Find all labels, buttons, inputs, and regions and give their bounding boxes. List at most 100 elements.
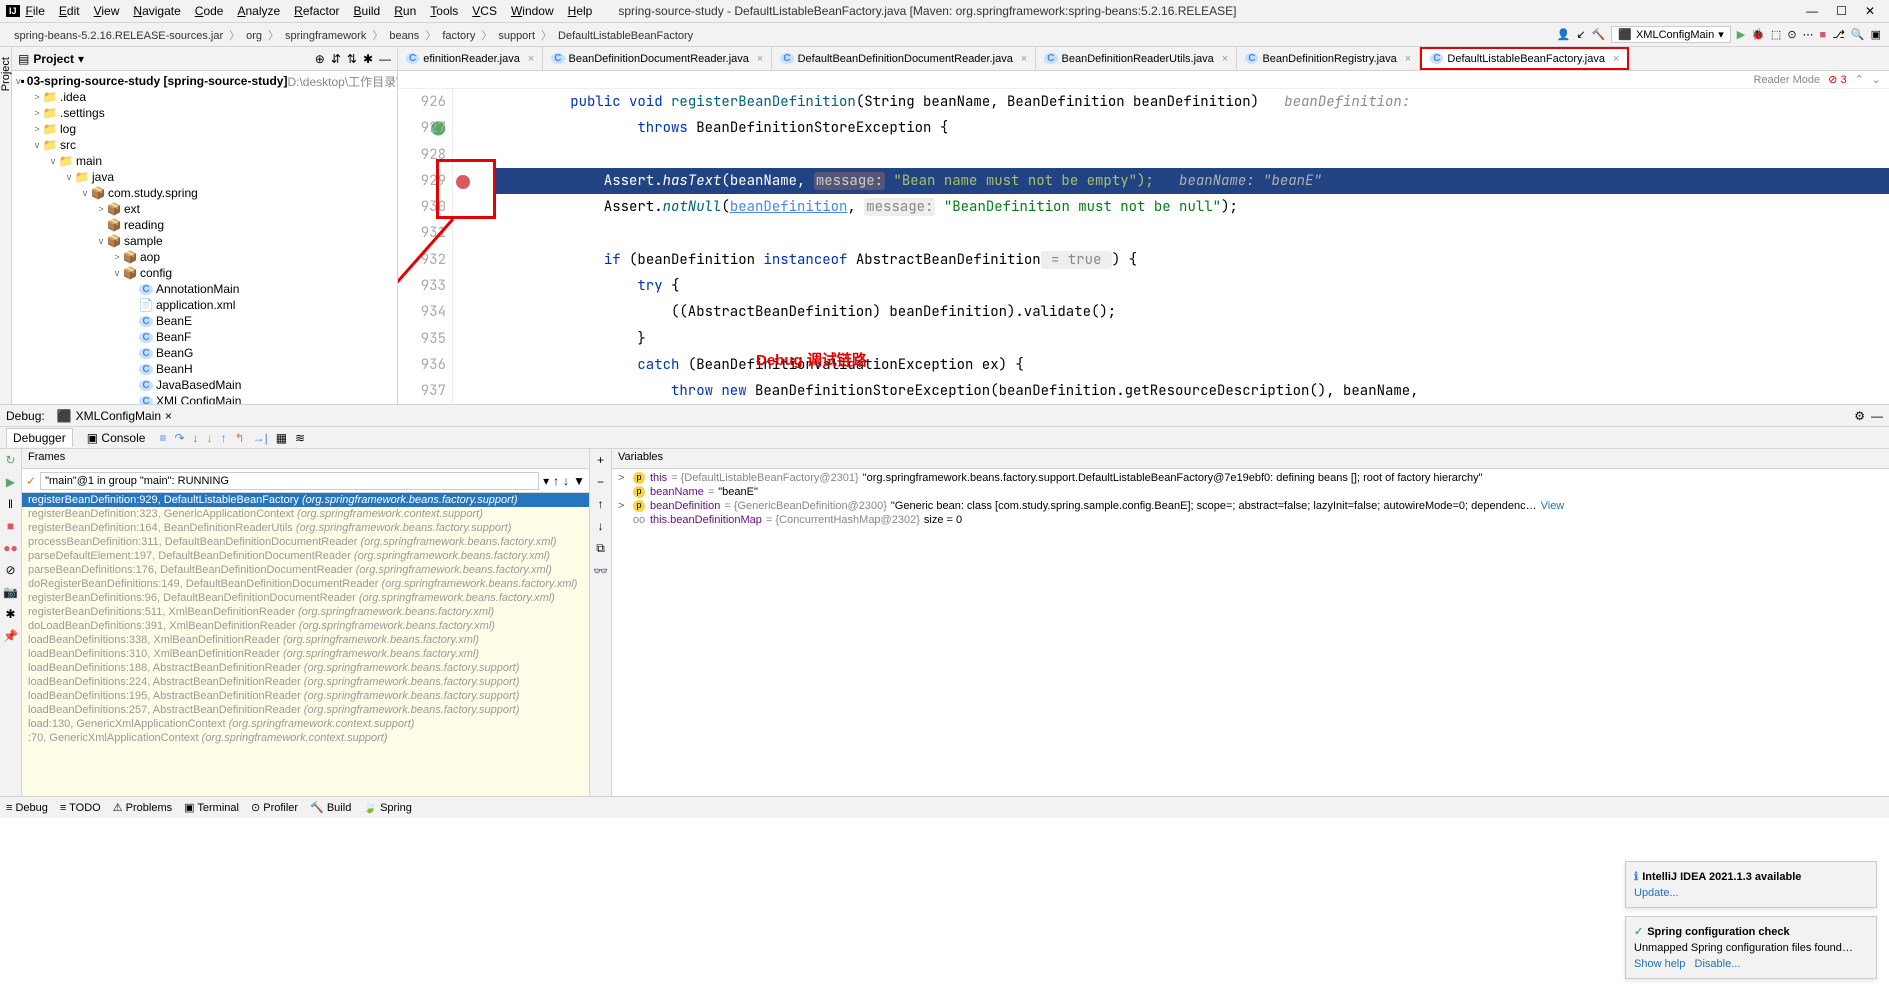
filter-icon[interactable]: ▼: [573, 474, 585, 488]
more-icon-2[interactable]: ⌄: [1872, 73, 1881, 86]
hide-icon[interactable]: —: [379, 52, 391, 66]
get-thread-dump-icon[interactable]: 📷: [3, 585, 18, 599]
line-number[interactable]: 937: [398, 378, 446, 404]
line-number[interactable]: 932: [398, 247, 446, 273]
status-item[interactable]: 🍃 Spring: [363, 801, 412, 814]
tree-item[interactable]: CBeanF: [12, 329, 397, 345]
code-line[interactable]: if (beanDefinition instanceof AbstractBe…: [493, 247, 1889, 273]
stack-frame[interactable]: loadBeanDefinitions:188, AbstractBeanDef…: [22, 661, 589, 675]
tree-item[interactable]: >📦aop: [12, 249, 397, 265]
project-tree[interactable]: v▪03-spring-source-study [spring-source-…: [12, 71, 397, 404]
stack-frame[interactable]: loadBeanDefinitions:338, XmlBeanDefiniti…: [22, 633, 589, 647]
variables-list[interactable]: >pthis = {DefaultListableBeanFactory@230…: [612, 469, 1889, 796]
line-number[interactable]: 935: [398, 326, 446, 352]
tree-item[interactable]: v📁java: [12, 169, 397, 185]
stack-frame[interactable]: loadBeanDefinitions:257, AbstractBeanDef…: [22, 703, 589, 717]
resume-icon[interactable]: ▶: [6, 475, 15, 489]
editor-tab[interactable]: CDefaultBeanDefinitionDocumentReader.jav…: [772, 47, 1036, 70]
stack-frame[interactable]: :70, GenericXmlApplicationContext (org.s…: [22, 731, 589, 745]
stack-frame[interactable]: registerBeanDefinitions:511, XmlBeanDefi…: [22, 605, 589, 619]
code-line[interactable]: Assert.hasText(beanName, message: "Bean …: [493, 168, 1889, 194]
stack-frame[interactable]: loadBeanDefinitions:224, AbstractBeanDef…: [22, 675, 589, 689]
line-number[interactable]: 931: [398, 220, 446, 246]
variable-item[interactable]: >pbeanDefinition = {GenericBeanDefinitio…: [612, 499, 1889, 513]
run-icon[interactable]: ▶: [1737, 28, 1745, 41]
debug-icon[interactable]: 🐞: [1751, 28, 1765, 41]
close-tab-icon[interactable]: ×: [528, 53, 534, 65]
notif-link[interactable]: Show help: [1634, 958, 1685, 970]
code-line[interactable]: throw new BeanDefinitionStoreException(b…: [493, 378, 1889, 404]
close-tab-icon[interactable]: ×: [1021, 53, 1027, 65]
close-tab-icon[interactable]: ×: [1222, 53, 1228, 65]
rerun-icon[interactable]: ↻: [5, 453, 15, 467]
close-icon[interactable]: ✕: [1865, 4, 1875, 18]
breadcrumb-item[interactable]: beans: [383, 28, 425, 44]
code-line[interactable]: ((AbstractBeanDefinition) beanDefinition…: [493, 299, 1889, 325]
line-number[interactable]: 926 ⬤: [398, 89, 446, 115]
tree-item[interactable]: CBeanH: [12, 361, 397, 377]
tree-item[interactable]: CXMLConfigMain: [12, 393, 397, 404]
thread-selector[interactable]: ✓ ▾ ↑ ↓ ▼: [22, 469, 589, 493]
project-tool-tab[interactable]: Project: [0, 51, 12, 97]
remove-watch-icon[interactable]: −: [597, 475, 604, 489]
stack-frame[interactable]: loadBeanDefinitions:310, XmlBeanDefiniti…: [22, 647, 589, 661]
pause-icon[interactable]: ‖: [8, 497, 13, 511]
line-number[interactable]: 928: [398, 142, 446, 168]
notif-link[interactable]: Update...: [1634, 887, 1679, 899]
tree-item[interactable]: 📄application.xml: [12, 297, 397, 313]
breadcrumb-item[interactable]: DefaultListableBeanFactory: [552, 28, 699, 44]
collapse-icon[interactable]: ⇅: [347, 52, 357, 66]
editor-tab[interactable]: CefinitionReader.java×: [398, 47, 543, 70]
code-editor[interactable]: 926 ⬤92792892993093193293393493593693793…: [398, 89, 1889, 404]
dropdown-icon[interactable]: ▾: [543, 474, 549, 488]
tree-item[interactable]: CAnnotationMain: [12, 281, 397, 297]
tree-item[interactable]: v📦sample: [12, 233, 397, 249]
breadcrumb-item[interactable]: org: [240, 28, 268, 44]
notif-link[interactable]: Disable...: [1695, 958, 1741, 970]
editor-tab[interactable]: CBeanDefinitionRegistry.java×: [1237, 47, 1420, 70]
status-item[interactable]: ⚠ Problems: [113, 801, 172, 814]
tree-item[interactable]: CJavaBasedMain: [12, 377, 397, 393]
evaluate-icon[interactable]: ▦: [276, 431, 287, 445]
close-icon[interactable]: ×: [165, 409, 172, 423]
menu-analyze[interactable]: Analyze: [231, 2, 286, 20]
tree-item[interactable]: v📦com.study.spring: [12, 185, 397, 201]
settings-icon[interactable]: ✱: [363, 52, 373, 66]
code-line[interactable]: [493, 220, 1889, 246]
code-line[interactable]: try {: [493, 273, 1889, 299]
menu-navigate[interactable]: Navigate: [127, 2, 186, 20]
code-line[interactable]: catch (BeanDefinitionValidationException…: [493, 352, 1889, 378]
run-config-selector[interactable]: ⬛ XMLConfigMain ▾: [1611, 26, 1731, 43]
reader-mode-label[interactable]: Reader Mode: [1754, 74, 1821, 86]
stack-frame[interactable]: processBeanDefinition:311, DefaultBeanDe…: [22, 535, 589, 549]
close-tab-icon[interactable]: ×: [1405, 53, 1411, 65]
stack-frame[interactable]: doRegisterBeanDefinitions:149, DefaultBe…: [22, 577, 589, 591]
status-item[interactable]: ≡ Debug: [6, 802, 48, 814]
stack-frame[interactable]: registerBeanDefinitions:96, DefaultBeanD…: [22, 591, 589, 605]
user-icon[interactable]: 👤: [1557, 28, 1571, 41]
tree-root[interactable]: v▪03-spring-source-study [spring-source-…: [12, 73, 397, 89]
tree-item[interactable]: >📁log: [12, 121, 397, 137]
expand-icon[interactable]: ⇵: [331, 52, 341, 66]
down-icon[interactable]: ↓: [598, 519, 604, 533]
tree-item[interactable]: >📁.idea: [12, 89, 397, 105]
menu-help[interactable]: Help: [562, 2, 599, 20]
frames-list[interactable]: registerBeanDefinition:929, DefaultLista…: [22, 493, 589, 796]
debugger-tab[interactable]: Debugger: [6, 428, 73, 447]
add-watch-icon[interactable]: +: [597, 453, 604, 467]
code-line[interactable]: [493, 142, 1889, 168]
stack-frame[interactable]: load:130, GenericXmlApplicationContext (…: [22, 717, 589, 731]
mute-breakpoints-icon[interactable]: ⊘: [5, 563, 15, 577]
breakpoint-icon[interactable]: [456, 175, 470, 189]
menu-edit[interactable]: Edit: [53, 2, 86, 20]
editor-tab[interactable]: CBeanDefinitionDocumentReader.java×: [543, 47, 772, 70]
line-number[interactable]: 936: [398, 352, 446, 378]
status-item[interactable]: ▣ Terminal: [184, 801, 239, 814]
code-line[interactable]: Assert.notNull(beanDefinition, message: …: [493, 194, 1889, 220]
breadcrumb-item[interactable]: factory: [436, 28, 481, 44]
close-tab-icon[interactable]: ×: [1613, 53, 1619, 65]
line-number[interactable]: 927: [398, 115, 446, 141]
coverage-icon[interactable]: ⬚: [1771, 28, 1781, 41]
variable-item[interactable]: pbeanName = "beanE": [612, 485, 1889, 499]
stack-frame[interactable]: registerBeanDefinition:164, BeanDefiniti…: [22, 521, 589, 535]
